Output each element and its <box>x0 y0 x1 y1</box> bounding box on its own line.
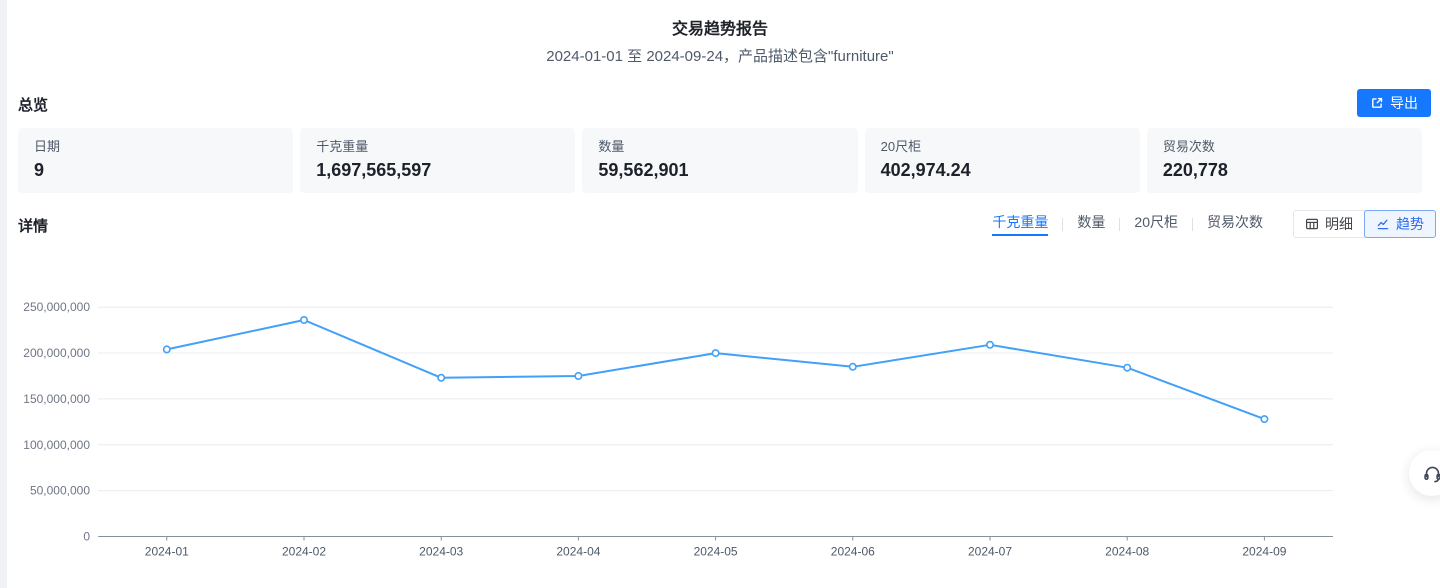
x-axis-tick-label: 2024-09 <box>1242 545 1286 559</box>
stat-card-label: 千克重量 <box>316 139 559 155</box>
report-page: 交易趋势报告 2024-01-01 至 2024-09-24，产品描述包含"fu… <box>0 0 1440 588</box>
export-button-label: 导出 <box>1390 93 1418 113</box>
export-button[interactable]: 导出 <box>1357 89 1431 117</box>
x-axis-tick-label: 2024-08 <box>1105 545 1149 559</box>
view-toggle-label: 明细 <box>1325 214 1353 234</box>
stat-card-label: 20尺柜 <box>881 139 1124 155</box>
export-icon <box>1370 96 1384 110</box>
x-axis-tick-label: 2024-02 <box>282 545 326 559</box>
data-point-marker[interactable] <box>987 342 993 348</box>
stat-card-value: 220,778 <box>1163 159 1406 181</box>
data-point-marker[interactable] <box>1124 365 1130 371</box>
stat-card-value: 9 <box>34 159 277 181</box>
stat-card-value: 402,974.24 <box>881 159 1124 181</box>
trend-icon <box>1376 217 1390 231</box>
data-point-marker[interactable] <box>164 346 170 352</box>
stat-card: 贸易次数 220,778 <box>1147 128 1422 193</box>
data-point-marker[interactable] <box>712 350 718 356</box>
metric-tab-4[interactable]: 贸易次数 <box>1207 212 1263 236</box>
data-point-marker[interactable] <box>1261 416 1267 422</box>
data-point-marker[interactable] <box>438 375 444 381</box>
x-axis-tick-label: 2024-05 <box>694 545 738 559</box>
metric-tab-3[interactable]: 20尺柜 <box>1134 212 1178 236</box>
stat-card-label: 数量 <box>598 139 841 155</box>
y-axis-tick-label: 200,000,000 <box>23 346 90 360</box>
metric-tabs: 千克重量 数量 20尺柜 贸易次数 <box>992 212 1263 236</box>
overview-heading: 总览 <box>18 94 48 115</box>
x-axis-tick-label: 2024-06 <box>831 545 875 559</box>
overview-cards: 日期 9 千克重量 1,697,565,597 数量 59,562,901 20尺柜 402,… <box>18 128 1422 193</box>
view-toggle-detail[interactable]: 明细 <box>1293 210 1365 238</box>
y-axis-tick-label: 100,000,000 <box>23 438 90 452</box>
table-icon <box>1305 217 1319 231</box>
stat-card: 20尺柜 402,974.24 <box>865 128 1140 193</box>
stat-card-label: 日期 <box>34 139 277 155</box>
tab-divider <box>1119 218 1120 231</box>
headset-icon <box>1422 463 1440 484</box>
data-point-marker[interactable] <box>301 317 307 323</box>
tab-divider <box>1192 218 1193 231</box>
view-toggle-label: 趋势 <box>1396 214 1424 234</box>
page-title: 交易趋势报告 <box>0 15 1440 39</box>
page-subtitle: 2024-01-01 至 2024-09-24，产品描述包含"furniture… <box>0 45 1440 66</box>
stat-card: 千克重量 1,697,565,597 <box>300 128 575 193</box>
stat-card: 日期 9 <box>18 128 293 193</box>
view-toggle-trend[interactable]: 趋势 <box>1364 210 1436 238</box>
trend-line-series <box>167 320 1265 419</box>
x-axis-tick-label: 2024-04 <box>556 545 600 559</box>
view-toggle: 明细 趋势 <box>1293 210 1436 238</box>
tab-divider <box>1062 218 1063 231</box>
metric-tab-2[interactable]: 数量 <box>1077 212 1105 236</box>
y-axis-tick-label: 150,000,000 <box>23 392 90 406</box>
data-point-marker[interactable] <box>850 364 856 370</box>
detail-controls: 千克重量 数量 20尺柜 贸易次数 明细 趋势 <box>992 210 1436 238</box>
x-axis-tick-label: 2024-07 <box>968 545 1012 559</box>
trend-line-chart: 0 50,000,000 100,000,000 150,000,000 200,000… <box>0 250 1440 588</box>
y-axis-tick-label: 0 <box>83 530 90 544</box>
stat-card: 数量 59,562,901 <box>582 128 857 193</box>
data-point-marker[interactable] <box>575 373 581 379</box>
metric-tab-1[interactable]: 千克重量 <box>992 212 1048 236</box>
y-axis-tick-label: 250,000,000 <box>23 300 90 314</box>
x-axis-tick-label: 2024-03 <box>419 545 463 559</box>
y-axis-tick-label: 50,000,000 <box>30 484 90 498</box>
stat-card-value: 1,697,565,597 <box>316 159 559 181</box>
x-axis-tick-label: 2024-01 <box>145 545 189 559</box>
stat-card-label: 贸易次数 <box>1163 139 1406 155</box>
stat-card-value: 59,562,901 <box>598 159 841 181</box>
detail-heading: 详情 <box>18 215 48 236</box>
